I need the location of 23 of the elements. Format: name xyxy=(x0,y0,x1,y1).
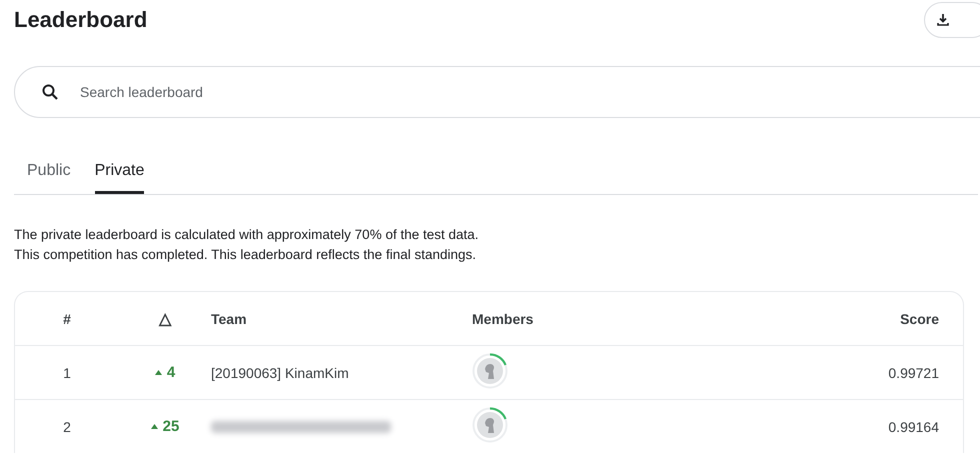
page-title: Leaderboard xyxy=(14,7,148,33)
column-header: Score xyxy=(900,310,939,326)
search-field[interactable]: Search leaderboard xyxy=(14,66,980,118)
score-cell-text: 0.99164 xyxy=(887,418,940,434)
avatar-icon[interactable] xyxy=(472,353,508,389)
download-icon xyxy=(937,14,949,26)
avatar-icon[interactable] xyxy=(472,407,508,443)
column-header: # xyxy=(63,310,71,326)
column-header: △ xyxy=(159,310,171,328)
rank-cell-text: 1 xyxy=(62,364,72,380)
team-name[interactable]: [20190063] KinamKim xyxy=(211,364,349,380)
description-text: This competition has completed. This leaderboard reflects the final standings. xyxy=(14,246,476,264)
score-cell-text: 0.99721 xyxy=(887,364,940,380)
column-header: Team xyxy=(211,310,247,326)
rank-cell-text: 2 xyxy=(62,418,72,434)
description-text: The private leaderboard is calculated with approximately 70% of the test data. xyxy=(14,226,479,244)
tab[interactable]: Public xyxy=(27,156,71,194)
column-header: Members xyxy=(472,310,534,326)
rank-change: 4 xyxy=(166,364,176,381)
tab[interactable]: Private xyxy=(94,156,144,194)
search-icon xyxy=(42,84,58,100)
download-button[interactable] xyxy=(924,2,980,38)
rank-change: 25 xyxy=(162,418,180,435)
